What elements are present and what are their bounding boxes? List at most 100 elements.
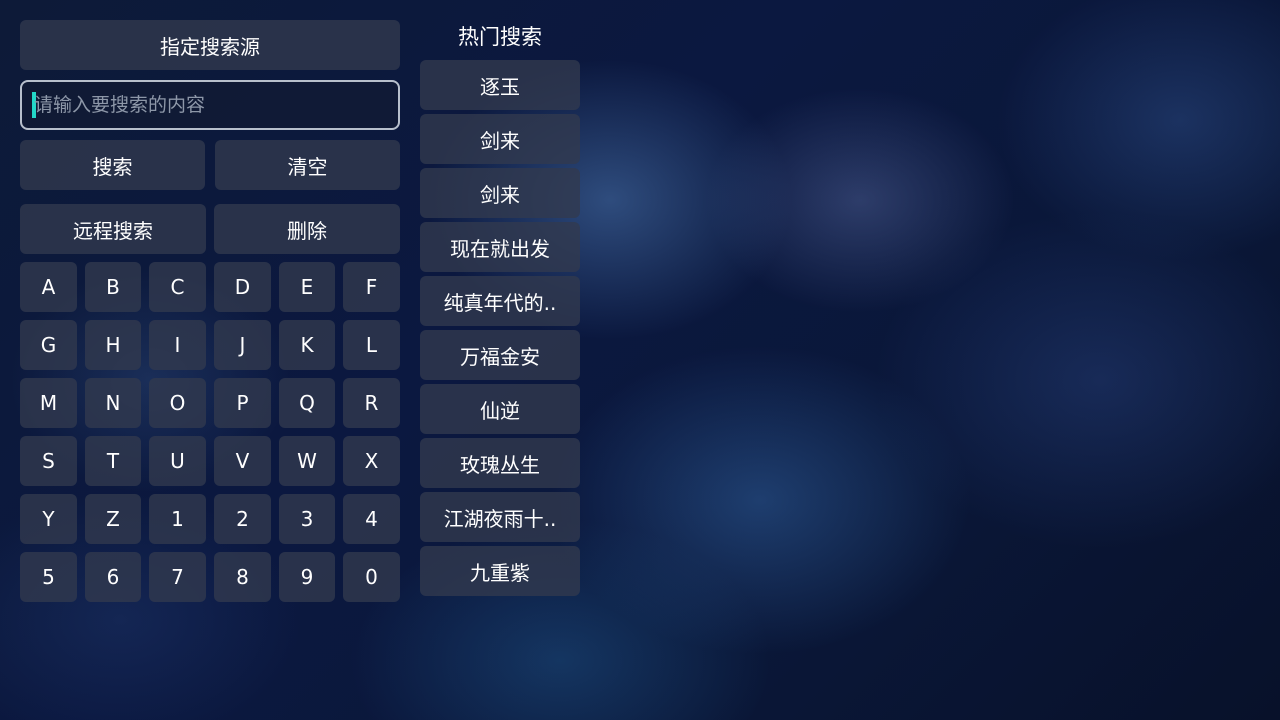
hot-search-item-label: 九重紫 (470, 560, 530, 585)
hot-search-item[interactable]: 现在就出发 (420, 222, 580, 272)
delete-button-label: 删除 (287, 218, 327, 243)
key-button[interactable]: E (279, 262, 335, 312)
key-label: T (106, 449, 120, 473)
hot-search-item-label: 纯真年代的.. (443, 290, 557, 315)
key-button[interactable]: V (214, 436, 271, 486)
key-label: W (297, 449, 317, 473)
remote-search-button[interactable]: 远程搜索 (20, 204, 206, 254)
hot-search-item-label: 玫瑰丛生 (460, 452, 540, 477)
key-button[interactable]: M (20, 378, 77, 428)
key-button[interactable]: 9 (279, 552, 335, 602)
key-button[interactable]: W (279, 436, 335, 486)
key-label: Y (42, 507, 55, 531)
key-button[interactable]: P (214, 378, 271, 428)
key-button[interactable]: 2 (214, 494, 271, 544)
key-label: 8 (236, 565, 249, 589)
hot-search-item[interactable]: 纯真年代的.. (420, 276, 580, 326)
key-label: A (41, 275, 56, 299)
key-label: R (364, 391, 379, 415)
hot-search-item-label: 逐玉 (480, 74, 520, 99)
key-button[interactable]: D (214, 262, 271, 312)
key-button[interactable]: 0 (343, 552, 400, 602)
key-label: K (300, 333, 314, 357)
key-label: 1 (171, 507, 184, 531)
key-button[interactable]: I (149, 320, 206, 370)
key-label: B (106, 275, 120, 299)
key-button[interactable]: U (149, 436, 206, 486)
hot-search-item-label: 万福金安 (460, 344, 540, 369)
key-label: 6 (106, 565, 120, 589)
key-label: D (234, 275, 251, 299)
hot-search-item[interactable]: 剑来 (420, 114, 580, 164)
hot-search-item[interactable]: 仙逆 (420, 384, 580, 434)
search-field[interactable] (20, 80, 400, 130)
key-button[interactable]: 7 (149, 552, 206, 602)
hot-search-item-label: 仙逆 (480, 398, 520, 423)
key-button[interactable]: 3 (279, 494, 335, 544)
key-button[interactable]: 4 (343, 494, 400, 544)
key-label: X (364, 449, 379, 473)
hot-search-title: 热门搜索 (458, 25, 542, 49)
key-button[interactable]: R (343, 378, 400, 428)
key-label: U (170, 449, 185, 473)
key-button[interactable]: K (279, 320, 335, 370)
key-label: Z (106, 507, 120, 531)
key-button[interactable]: 6 (85, 552, 141, 602)
key-label: 2 (236, 507, 249, 531)
key-label: I (174, 333, 181, 357)
hot-search-item-label: 现在就出发 (450, 236, 550, 261)
key-button[interactable]: L (343, 320, 400, 370)
clear-button[interactable]: 清空 (215, 140, 400, 190)
select-search-source-label: 指定搜索源 (160, 34, 260, 59)
key-label: H (105, 333, 121, 357)
key-button[interactable]: S (20, 436, 77, 486)
key-button[interactable]: Z (85, 494, 141, 544)
key-button[interactable]: 8 (214, 552, 271, 602)
hot-search-item-label: 江湖夜雨十.. (443, 506, 557, 531)
key-label: 7 (171, 565, 184, 589)
key-button[interactable]: A (20, 262, 77, 312)
key-label: 3 (300, 507, 314, 531)
hot-search-item-label: 剑来 (480, 182, 520, 207)
hot-search-item[interactable]: 剑来 (420, 168, 580, 218)
key-button[interactable]: Q (279, 378, 335, 428)
key-label: V (235, 449, 250, 473)
key-label: G (40, 333, 57, 357)
key-button[interactable]: Y (20, 494, 77, 544)
key-label: N (105, 391, 121, 415)
key-button[interactable]: T (85, 436, 141, 486)
clear-button-label: 清空 (287, 154, 328, 179)
key-button[interactable]: H (85, 320, 141, 370)
key-label: P (236, 391, 249, 415)
key-label: M (39, 391, 58, 415)
key-label: 0 (365, 565, 378, 589)
key-label: L (365, 333, 378, 357)
key-label: 4 (365, 507, 378, 531)
key-button[interactable]: O (149, 378, 206, 428)
hot-search-item[interactable]: 九重紫 (420, 546, 580, 596)
key-label: E (300, 275, 314, 299)
key-button[interactable]: J (214, 320, 271, 370)
hot-search-item[interactable]: 江湖夜雨十.. (420, 492, 580, 542)
delete-button[interactable]: 删除 (214, 204, 400, 254)
key-label: 5 (42, 565, 55, 589)
key-label: C (170, 275, 185, 299)
hot-search-item[interactable]: 万福金安 (420, 330, 580, 380)
key-button[interactable]: X (343, 436, 400, 486)
search-button[interactable]: 搜索 (20, 140, 205, 190)
key-button[interactable]: B (85, 262, 141, 312)
select-search-source-button[interactable]: 指定搜索源 (20, 20, 400, 70)
remote-search-button-label: 远程搜索 (73, 218, 153, 243)
hot-search-item-label: 剑来 (480, 128, 520, 153)
key-label: Q (299, 391, 315, 415)
hot-search-item[interactable]: 逐玉 (420, 60, 580, 110)
key-button[interactable]: G (20, 320, 77, 370)
key-button[interactable]: 1 (149, 494, 206, 544)
key-button[interactable]: C (149, 262, 206, 312)
key-button[interactable]: N (85, 378, 141, 428)
hot-search-item[interactable]: 玫瑰丛生 (420, 438, 580, 488)
key-button[interactable]: F (343, 262, 400, 312)
search-input[interactable] (34, 94, 398, 116)
key-label: 9 (300, 565, 314, 589)
key-button[interactable]: 5 (20, 552, 77, 602)
